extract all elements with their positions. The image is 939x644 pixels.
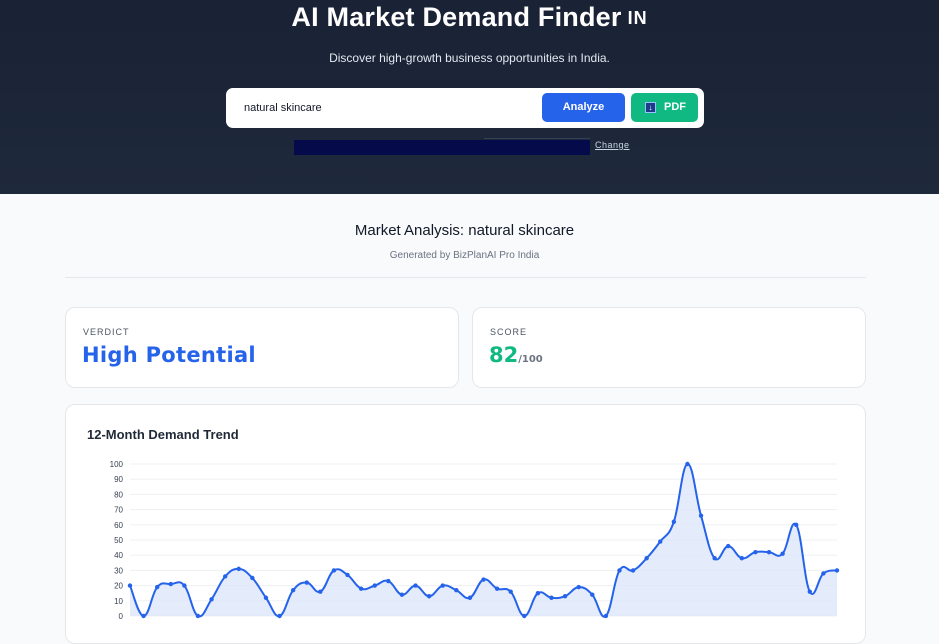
data-point[interactable] (426, 594, 432, 599)
data-point[interactable] (141, 613, 146, 619)
data-point[interactable] (127, 583, 133, 588)
data-point[interactable] (522, 613, 527, 619)
y-tick-label: 20 (114, 582, 123, 591)
data-point[interactable] (358, 586, 364, 591)
data-point[interactable] (236, 566, 241, 572)
data-point[interactable] (168, 581, 173, 587)
data-point[interactable] (685, 461, 690, 467)
data-point[interactable] (549, 595, 554, 600)
y-tick-label: 40 (114, 551, 123, 560)
app-title: AI Market Demand Finder IN (0, 0, 939, 35)
document-icon: ↓ (645, 102, 656, 113)
data-point[interactable] (630, 568, 636, 573)
score-display: 82/100 (489, 343, 543, 367)
y-tick-label: 50 (114, 536, 123, 545)
data-point[interactable] (821, 571, 826, 576)
data-point[interactable] (331, 568, 337, 573)
data-point[interactable] (222, 574, 228, 579)
y-tick-label: 60 (114, 521, 123, 530)
y-tick-label: 30 (114, 566, 123, 575)
data-point[interactable] (753, 549, 758, 555)
data-point[interactable] (780, 551, 785, 556)
data-point[interactable] (712, 556, 717, 561)
section-divider (65, 277, 866, 278)
y-tick-label: 100 (110, 460, 124, 469)
app-title-text: AI Market Demand Finder (291, 2, 622, 32)
data-point[interactable] (576, 584, 581, 590)
data-point[interactable] (250, 575, 255, 581)
analyze-button[interactable]: Analyze (542, 93, 625, 122)
data-point[interactable] (590, 592, 595, 597)
data-point[interactable] (658, 539, 663, 544)
data-point[interactable] (834, 568, 840, 573)
data-point[interactable] (807, 589, 813, 594)
data-point[interactable] (726, 543, 731, 549)
verdict-value: High Potential (82, 343, 256, 367)
data-point[interactable] (304, 580, 309, 585)
data-point[interactable] (508, 589, 513, 594)
verdict-label: VERDICT (83, 327, 130, 337)
y-tick-label: 0 (119, 612, 124, 621)
india-flag-icon: IN (627, 8, 648, 28)
change-link[interactable]: Change (595, 140, 630, 150)
y-tick-label: 80 (114, 490, 123, 499)
data-point[interactable] (454, 587, 459, 593)
data-point[interactable] (345, 572, 350, 578)
masked-key-bar (294, 140, 590, 155)
score-card: SCORE 82/100 (472, 307, 866, 388)
data-point[interactable] (535, 591, 541, 596)
data-point[interactable] (209, 597, 214, 602)
verdict-card: VERDICT High Potential (65, 307, 459, 388)
demand-trend-chart: 0 10 20 30 40 50 60 70 80 90 100 (110, 460, 840, 621)
data-point[interactable] (372, 583, 377, 588)
data-point[interactable] (739, 556, 745, 561)
data-point[interactable] (399, 592, 405, 597)
hero-header: AI Market Demand Finder IN Discover high-… (0, 0, 939, 194)
pdf-button[interactable]: ↓ PDF (631, 93, 698, 122)
data-point[interactable] (617, 568, 622, 573)
data-point[interactable] (698, 513, 704, 518)
data-point[interactable] (644, 556, 649, 561)
data-point[interactable] (318, 589, 323, 594)
score-value: 82 (489, 343, 519, 367)
pdf-button-label: PDF (664, 101, 686, 113)
data-point[interactable] (386, 578, 391, 584)
data-point[interactable] (562, 594, 568, 599)
data-point[interactable] (413, 583, 418, 588)
search-input[interactable] (236, 94, 544, 122)
search-bar: Analyze ↓ PDF (226, 88, 704, 128)
data-point[interactable] (263, 595, 269, 600)
y-tick-label: 90 (114, 475, 123, 484)
data-point[interactable] (794, 522, 799, 527)
data-point[interactable] (494, 586, 500, 591)
key-bar-border (484, 138, 590, 139)
data-point[interactable] (440, 583, 445, 588)
demand-trend-card: 12-Month Demand Trend 0 10 20 30 40 50 60 70 80 9… (65, 404, 866, 644)
app-subtitle: Discover high-growth business opportunit… (329, 51, 610, 65)
data-point[interactable] (182, 583, 187, 588)
y-tick-label: 10 (114, 597, 123, 606)
score-max: /100 (518, 354, 543, 365)
analysis-title: Market Analysis: natural skincare (354, 222, 575, 239)
data-point[interactable] (671, 519, 677, 524)
data-point[interactable] (766, 549, 772, 555)
score-label: SCORE (490, 327, 528, 337)
data-point[interactable] (467, 595, 473, 600)
y-tick-label: 70 (114, 506, 123, 515)
data-point[interactable] (154, 584, 160, 590)
data-point[interactable] (277, 613, 282, 619)
data-point[interactable] (290, 587, 296, 593)
data-point[interactable] (481, 577, 486, 582)
data-point[interactable] (603, 613, 609, 619)
data-point[interactable] (195, 613, 201, 619)
analysis-generated-by: Generated by BizPlanAI Pro India (389, 250, 540, 261)
